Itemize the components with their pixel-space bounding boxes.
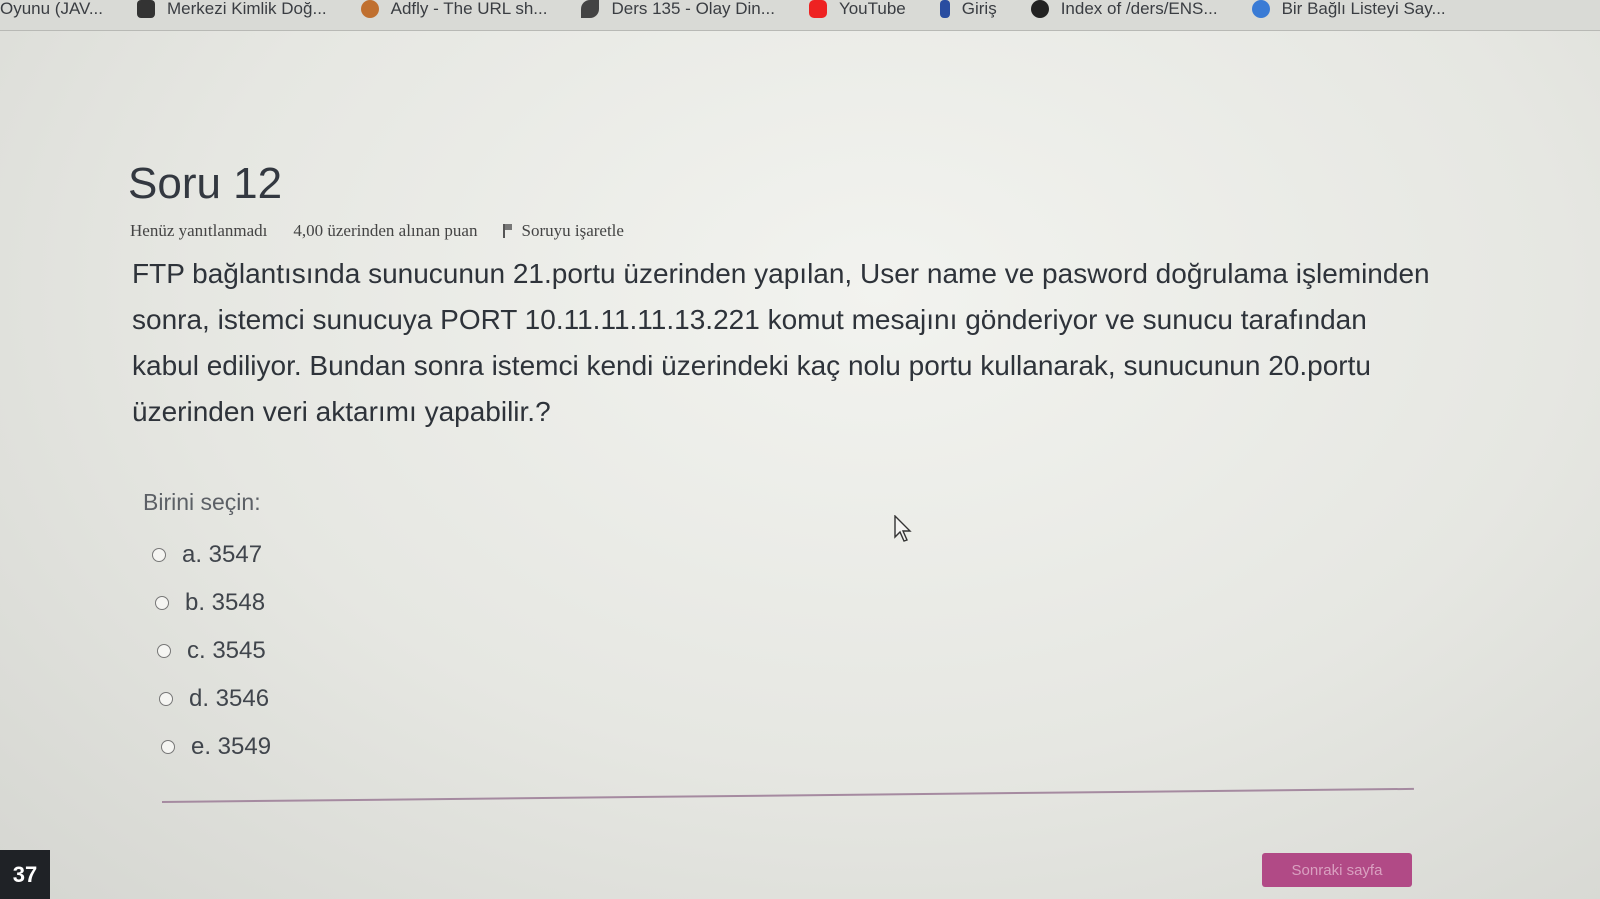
info-icon (939, 0, 950, 18)
answer-label: b. 3548 (185, 589, 266, 616)
radio-button[interactable] (159, 692, 173, 706)
flag-question-link[interactable]: Soruyu işaretle (503, 221, 624, 241)
question-status: Henüz yanıtlanmadı (130, 221, 268, 240)
bookmark-oyunu[interactable]: Oyunu (JAV... (0, 0, 103, 19)
quiz-page: Soru 12 Henüz yanıtlanmadı 4,00 üzerinde… (0, 31, 1600, 899)
answer-label: c. 3545 (187, 637, 266, 664)
next-page-button[interactable]: Sonraki sayfa (1262, 853, 1412, 887)
globe-icon (1030, 0, 1049, 18)
radio-button[interactable] (155, 596, 169, 610)
radio-button[interactable] (157, 644, 171, 658)
answer-option-d[interactable]: d. 3546 (159, 675, 271, 723)
radio-button[interactable] (161, 740, 175, 754)
youtube-icon (808, 0, 827, 18)
page-number-badge: 37 (0, 850, 50, 899)
bookmark-youtube[interactable]: YouTube (808, 0, 906, 19)
bookmark-label: Ders 135 - Olay Din... (611, 0, 775, 18)
bookmark-index-of[interactable]: Index of /ders/ENS... (1030, 0, 1218, 19)
bookmark-label: Adfly - The URL sh... (390, 0, 548, 18)
bookmark-label: Index of /ders/ENS... (1060, 0, 1218, 18)
radio-button[interactable] (152, 548, 166, 562)
question-info: Henüz yanıtlanmadı 4,00 üzerinden alınan… (130, 221, 624, 241)
bookmark-label: YouTube (838, 0, 906, 18)
answer-option-b[interactable]: b. 3548 (155, 579, 271, 627)
answer-label: a. 3547 (182, 541, 263, 568)
answer-prompt: Birini seçin: (143, 489, 261, 515)
bookmark-merkezi-kimlik[interactable]: Merkezi Kimlik Doğ... (137, 0, 327, 19)
question-title: Soru 12 (128, 159, 283, 208)
answer-option-a[interactable]: a. 3547 (152, 531, 271, 579)
answer-options: a. 3547 b. 3548 c. 3545 d. 3546 e. 3549 (152, 531, 271, 771)
bookmark-adfly[interactable]: Adfly - The URL sh... (360, 0, 548, 19)
answer-label: e. 3549 (191, 733, 272, 760)
bookmark-giris[interactable]: Giriş (939, 0, 997, 19)
bird-icon (360, 0, 379, 18)
id-icon (137, 0, 155, 18)
question-text: FTP bağlantısında sunucunun 21.portu üze… (132, 258, 1430, 427)
bookmark-ders-135[interactable]: Ders 135 - Olay Din... (581, 0, 775, 19)
bookmark-bagli-liste[interactable]: Bir Bağlı Listeyi Say... (1251, 0, 1446, 19)
bookmark-label: Merkezi Kimlik Doğ... (167, 0, 327, 18)
flag-label: Soruyu işaretle (521, 221, 624, 240)
flag-icon (503, 224, 513, 238)
blue-globe-icon (1251, 0, 1270, 18)
answer-option-c[interactable]: c. 3545 (157, 627, 271, 675)
bookmark-label: Bir Bağlı Listeyi Say... (1281, 0, 1446, 18)
answer-label: d. 3546 (189, 685, 270, 712)
leaf-icon (581, 0, 600, 18)
bookmarks-bar: Oyunu (JAV... Merkezi Kimlik Doğ... Adfl… (0, 0, 1600, 31)
section-divider (161, 787, 1414, 803)
bookmark-label: Oyunu (JAV... (0, 0, 103, 18)
bookmark-label: Giriş (961, 0, 997, 18)
question-points: 4,00 üzerinden alınan puan (293, 221, 478, 240)
answer-option-e[interactable]: e. 3549 (161, 723, 271, 771)
